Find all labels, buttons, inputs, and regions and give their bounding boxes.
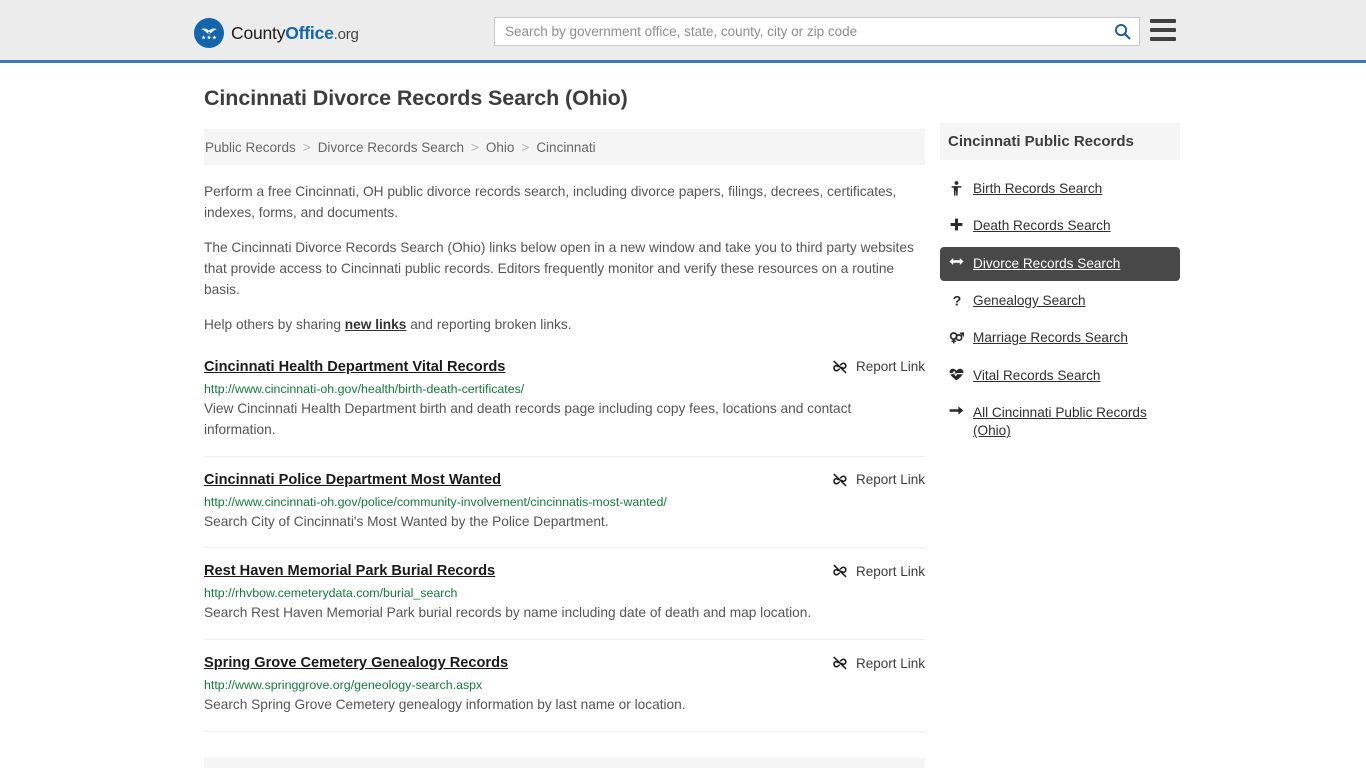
arrow-right-icon (949, 404, 964, 416)
report-link-label: Report Link (856, 359, 925, 374)
sidebar-item-label: Divorce Records Search (973, 255, 1120, 273)
venus-mars-icon (949, 329, 964, 344)
breadcrumb-item-public-records[interactable]: Public Records (205, 140, 296, 155)
result-description: Search City of Cincinnati's Most Wanted … (204, 511, 925, 533)
search-icon (1114, 23, 1131, 40)
hamburger-bar (1150, 19, 1176, 23)
result-title-link[interactable]: Cincinnati Police Department Most Wanted (204, 471, 501, 490)
report-link-label: Report Link (856, 656, 925, 671)
hamburger-menu-icon[interactable] (1150, 19, 1176, 41)
sidebar-item-divorce-records[interactable]: Divorce Records Search (940, 247, 1180, 281)
sidebar-item-label: Marriage Records Search (973, 329, 1128, 347)
sidebar-item-death-records[interactable]: Death Records Search (940, 209, 1180, 243)
share-text-before: Help others by sharing (204, 317, 345, 332)
result-header: Spring Grove Cemetery Genealogy Records … (204, 654, 925, 673)
unlink-icon (832, 563, 848, 579)
svg-text:?: ? (952, 293, 961, 308)
breadcrumb-separator: > (471, 140, 479, 155)
search-bar[interactable] (494, 17, 1140, 46)
sidebar-item-all-public-records[interactable]: All Cincinnati Public Records (Ohio) (940, 396, 1180, 449)
result-item: Spring Grove Cemetery Genealogy Records … (204, 654, 925, 732)
result-title-link[interactable]: Cincinnati Health Department Vital Recor… (204, 358, 505, 377)
result-item: Rest Haven Memorial Park Burial Records … (204, 562, 925, 640)
result-url[interactable]: http://www.springgrove.org/geneology-sea… (204, 678, 925, 692)
sidebar-item-label: Vital Records Search (973, 367, 1100, 385)
result-url[interactable]: http://www.cincinnati-oh.gov/health/birt… (204, 382, 925, 396)
sidebar-item-birth-records[interactable]: Birth Records Search (940, 172, 1180, 206)
result-item: Cincinnati Police Department Most Wanted… (204, 471, 925, 549)
breadcrumb-separator: > (521, 140, 529, 155)
intro-paragraph-3: Help others by sharing new links and rep… (204, 314, 925, 335)
report-link-label: Report Link (856, 472, 925, 487)
breadcrumb-item-cincinnati[interactable]: Cincinnati (536, 140, 595, 155)
intro-text: Perform a free Cincinnati, OH public div… (204, 181, 925, 336)
hamburger-bar (1150, 37, 1176, 41)
result-description: Search Spring Grove Cemetery genealogy i… (204, 694, 925, 716)
result-item: Cincinnati Health Department Vital Recor… (204, 358, 925, 457)
result-header: Cincinnati Police Department Most Wanted… (204, 471, 925, 490)
intro-paragraph-2: The Cincinnati Divorce Records Search (O… (204, 237, 925, 300)
search-input[interactable] (495, 18, 1105, 45)
result-header: Cincinnati Health Department Vital Recor… (204, 358, 925, 377)
breadcrumb: Public Records > Divorce Records Search … (204, 129, 925, 165)
sidebar-item-label: Death Records Search (973, 217, 1111, 235)
search-button[interactable] (1105, 18, 1139, 45)
sidebar-item-vital-records[interactable]: Vital Records Search (940, 359, 1180, 393)
breadcrumb-item-divorce-records-search[interactable]: Divorce Records Search (318, 140, 464, 155)
logo-part-org: .org (334, 26, 359, 43)
report-link-button[interactable]: Report Link (832, 471, 925, 488)
question-mark-icon: ? (949, 292, 964, 308)
heartbeat-icon (949, 367, 964, 381)
find-records-section: Find Cincinnati Divorce Records (204, 758, 925, 768)
result-url[interactable]: http://rhvbow.cemeterydata.com/burial_se… (204, 586, 925, 600)
result-header: Rest Haven Memorial Park Burial Records … (204, 562, 925, 581)
report-link-button[interactable]: Report Link (832, 358, 925, 375)
unlink-icon (832, 359, 848, 375)
site-logo[interactable]: CountyOffice.org (194, 18, 359, 48)
result-title-link[interactable]: Rest Haven Memorial Park Burial Records (204, 562, 495, 581)
intro-paragraph-1: Perform a free Cincinnati, OH public div… (204, 181, 925, 223)
hamburger-bar (1150, 28, 1176, 32)
new-links-link[interactable]: new links (345, 317, 407, 332)
sidebar-item-label: Genealogy Search (973, 292, 1086, 310)
sidebar-item-label: Birth Records Search (973, 180, 1102, 198)
breadcrumb-separator: > (303, 140, 311, 155)
logo-wordmark: CountyOffice.org (231, 23, 359, 44)
result-url[interactable]: http://www.cincinnati-oh.gov/police/comm… (204, 495, 925, 509)
result-description: View Cincinnati Health Department birth … (204, 398, 925, 441)
unlink-icon (832, 472, 848, 488)
page-title: Cincinnati Divorce Records Search (Ohio) (204, 86, 925, 111)
result-description: Search Rest Haven Memorial Park burial r… (204, 602, 925, 624)
site-header: CountyOffice.org (0, 0, 1366, 63)
cross-plus-icon (949, 217, 964, 231)
report-link-label: Report Link (856, 564, 925, 579)
sidebar-item-genealogy[interactable]: ? Genealogy Search (940, 284, 1180, 318)
logo-part-county: County (231, 23, 285, 43)
eagle-shield-logo-icon (194, 18, 224, 48)
baby-icon (949, 180, 964, 196)
result-title-link[interactable]: Spring Grove Cemetery Genealogy Records (204, 654, 508, 673)
sidebar-header: Cincinnati Public Records (940, 123, 1180, 160)
breadcrumb-item-ohio[interactable]: Ohio (486, 140, 515, 155)
main-content: Cincinnati Divorce Records Search (Ohio)… (204, 86, 925, 768)
sidebar-item-marriage-records[interactable]: Marriage Records Search (940, 321, 1180, 355)
unlink-icon (832, 655, 848, 671)
logo-part-office: Office (285, 23, 333, 43)
sidebar: Cincinnati Public Records Birth Records … (940, 123, 1180, 452)
sidebar-item-label: All Cincinnati Public Records (Ohio) (973, 404, 1172, 441)
report-link-button[interactable]: Report Link (832, 562, 925, 579)
share-text-after: and reporting broken links. (406, 317, 571, 332)
report-link-button[interactable]: Report Link (832, 654, 925, 671)
arrows-left-right-icon (949, 255, 964, 267)
sidebar-title: Cincinnati Public Records (948, 133, 1134, 150)
